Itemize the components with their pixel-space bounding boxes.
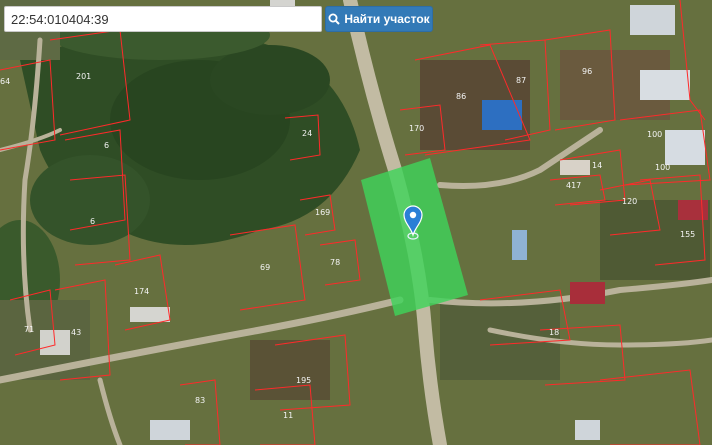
parcel-label: 195 [296, 376, 311, 385]
parcel-label: 14 [592, 161, 602, 170]
parcel-label: 87 [516, 76, 526, 85]
cadastral-search-input[interactable] [4, 6, 322, 32]
parcel-label: 86 [456, 92, 466, 101]
parcel-label: 24 [302, 129, 312, 138]
parcel-label: 83 [195, 396, 205, 405]
parcel-label: 11 [283, 411, 293, 420]
parcel-label: 71 [24, 325, 34, 334]
parcel-label: 96 [582, 67, 592, 76]
find-parcel-label: Найти участок [344, 12, 430, 26]
parcel-label: 6 [90, 217, 95, 226]
parcel-label: 201 [76, 72, 91, 81]
parcel-label: 64 [0, 77, 10, 86]
satellite-map[interactable]: 64 201 6 6 24 170 86 87 96 100 100 14 41… [0, 0, 712, 445]
parcel-label: 100 [647, 130, 662, 139]
find-parcel-button[interactable]: Найти участок [325, 6, 433, 32]
parcel-label: 6 [104, 141, 109, 150]
parcel-label: 69 [260, 263, 270, 272]
parcel-label: 18 [549, 328, 559, 337]
parcel-label: 100 [655, 163, 670, 172]
parcel-label: 169 [315, 208, 330, 217]
parcel-label: 78 [330, 258, 340, 267]
parcel-label: 155 [680, 230, 695, 239]
parcel-label: 174 [134, 287, 149, 296]
parcel-label: 120 [622, 197, 637, 206]
search-icon [328, 13, 341, 25]
parcel-label: 417 [566, 181, 581, 190]
parcel-label: 170 [409, 124, 424, 133]
parcel-label: 43 [71, 328, 81, 337]
